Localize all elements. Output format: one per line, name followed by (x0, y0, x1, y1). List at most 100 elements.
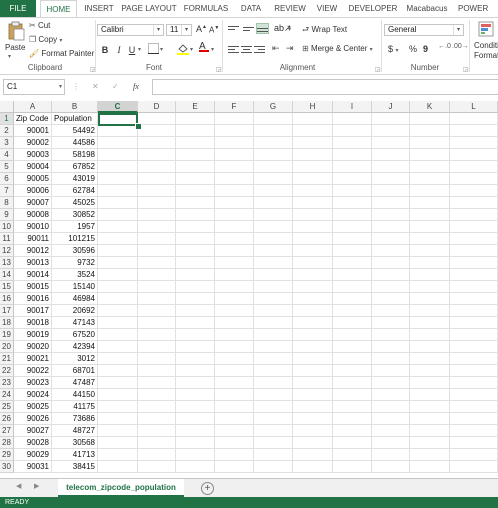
row-header[interactable]: 2 (0, 125, 14, 137)
cell-b25[interactable]: 41175 (52, 401, 98, 413)
cell-d9[interactable] (138, 209, 176, 221)
borders-dropdown-icon[interactable]: ▾ (160, 46, 163, 53)
cell-h28[interactable] (293, 437, 333, 449)
cell-h27[interactable] (293, 425, 333, 437)
cell-j28[interactable] (372, 437, 410, 449)
cell-l30[interactable] (450, 461, 498, 473)
cell-d1[interactable] (138, 113, 176, 125)
cell-a9[interactable]: 90008 (14, 209, 52, 221)
cell-f29[interactable] (215, 449, 254, 461)
row-header[interactable]: 3 (0, 137, 14, 149)
cell-e10[interactable] (176, 221, 215, 233)
wrap-text-button[interactable]: ⮐ Wrap Text (302, 24, 347, 38)
cell-e14[interactable] (176, 269, 215, 281)
cell-h1[interactable] (293, 113, 333, 125)
cell-j21[interactable] (372, 353, 410, 365)
cell-d7[interactable] (138, 185, 176, 197)
cell-l20[interactable] (450, 341, 498, 353)
cell-g12[interactable] (254, 245, 293, 257)
cell-g28[interactable] (254, 437, 293, 449)
cell-i5[interactable] (333, 161, 372, 173)
cell-j27[interactable] (372, 425, 410, 437)
cell-a17[interactable]: 90017 (14, 305, 52, 317)
cell-c11[interactable] (98, 233, 138, 245)
cell-f28[interactable] (215, 437, 254, 449)
conditional-formatting-label-1[interactable]: Conditi (474, 41, 498, 50)
cell-a21[interactable]: 90021 (14, 353, 52, 365)
cell-d25[interactable] (138, 401, 176, 413)
fill-handle[interactable] (135, 123, 142, 130)
cell-k18[interactable] (410, 317, 450, 329)
cell-k13[interactable] (410, 257, 450, 269)
cell-l10[interactable] (450, 221, 498, 233)
cell-c30[interactable] (98, 461, 138, 473)
cell-h24[interactable] (293, 389, 333, 401)
cell-i28[interactable] (333, 437, 372, 449)
cell-h18[interactable] (293, 317, 333, 329)
row-header[interactable]: 7 (0, 185, 14, 197)
decrease-decimal-icon[interactable]: .00→ (452, 43, 469, 50)
cell-a22[interactable]: 90022 (14, 365, 52, 377)
cell-f10[interactable] (215, 221, 254, 233)
align-center-icon[interactable] (241, 45, 252, 54)
cell-g27[interactable] (254, 425, 293, 437)
cell-g9[interactable] (254, 209, 293, 221)
cell-b26[interactable]: 73686 (52, 413, 98, 425)
cell-l5[interactable] (450, 161, 498, 173)
cell-b13[interactable]: 9732 (52, 257, 98, 269)
cell-k28[interactable] (410, 437, 450, 449)
sheet-nav-next-icon[interactable]: ▶ (34, 482, 39, 490)
row-header[interactable]: 11 (0, 233, 14, 245)
cell-d16[interactable] (138, 293, 176, 305)
select-all-corner[interactable] (0, 101, 14, 113)
cell-k25[interactable] (410, 401, 450, 413)
row-header[interactable]: 22 (0, 365, 14, 377)
cell-g7[interactable] (254, 185, 293, 197)
row-header[interactable]: 27 (0, 425, 14, 437)
name-box[interactable]: C1 ▾ (3, 79, 65, 95)
cell-l2[interactable] (450, 125, 498, 137)
cell-l14[interactable] (450, 269, 498, 281)
cell-d27[interactable] (138, 425, 176, 437)
cell-k6[interactable] (410, 173, 450, 185)
column-header-g[interactable]: G (254, 101, 293, 113)
tab-page-layout[interactable]: PAGE LAYOUT (121, 0, 177, 17)
tab-data[interactable]: DATA (237, 0, 265, 17)
cell-k14[interactable] (410, 269, 450, 281)
cell-g10[interactable] (254, 221, 293, 233)
cell-c20[interactable] (98, 341, 138, 353)
cell-k2[interactable] (410, 125, 450, 137)
cell-e24[interactable] (176, 389, 215, 401)
cell-d29[interactable] (138, 449, 176, 461)
cell-l8[interactable] (450, 197, 498, 209)
cell-g30[interactable] (254, 461, 293, 473)
cell-e1[interactable] (176, 113, 215, 125)
cell-k19[interactable] (410, 329, 450, 341)
cell-f6[interactable] (215, 173, 254, 185)
cell-f14[interactable] (215, 269, 254, 281)
cell-j25[interactable] (372, 401, 410, 413)
cell-l28[interactable] (450, 437, 498, 449)
cell-k9[interactable] (410, 209, 450, 221)
cell-d2[interactable] (138, 125, 176, 137)
cell-g4[interactable] (254, 149, 293, 161)
cell-d19[interactable] (138, 329, 176, 341)
cell-d8[interactable] (138, 197, 176, 209)
cell-j9[interactable] (372, 209, 410, 221)
cell-j15[interactable] (372, 281, 410, 293)
cell-d20[interactable] (138, 341, 176, 353)
cell-k20[interactable] (410, 341, 450, 353)
cell-h13[interactable] (293, 257, 333, 269)
cell-d26[interactable] (138, 413, 176, 425)
cell-h20[interactable] (293, 341, 333, 353)
grow-font-button[interactable]: A▲ (196, 24, 207, 34)
cell-j20[interactable] (372, 341, 410, 353)
cell-k8[interactable] (410, 197, 450, 209)
cell-f2[interactable] (215, 125, 254, 137)
cell-l16[interactable] (450, 293, 498, 305)
add-sheet-button[interactable]: + (201, 482, 214, 495)
cell-h12[interactable] (293, 245, 333, 257)
cell-h2[interactable] (293, 125, 333, 137)
cell-c18[interactable] (98, 317, 138, 329)
cell-k24[interactable] (410, 389, 450, 401)
